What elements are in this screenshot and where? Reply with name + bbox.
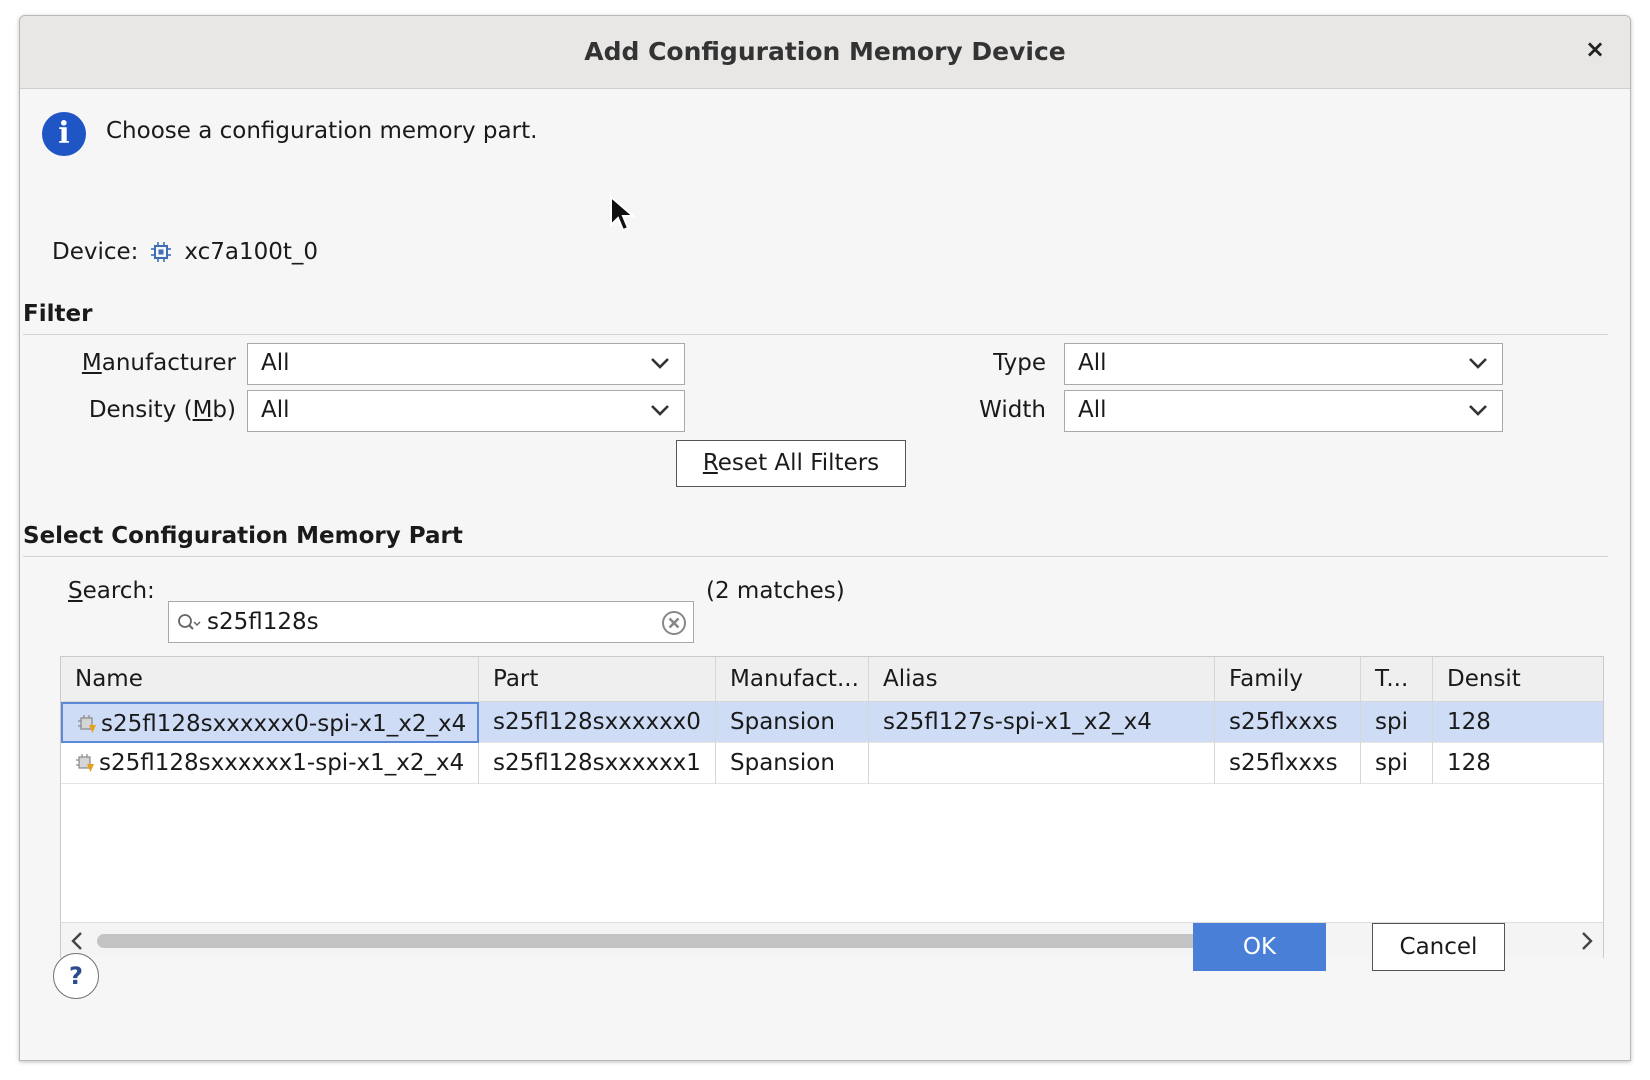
cell-alias <box>869 743 1215 784</box>
chip-icon <box>151 242 172 262</box>
manufacturer-select[interactable]: All <box>247 343 685 385</box>
memory-part-icon <box>76 754 94 772</box>
title-bar: Add Configuration Memory Device × <box>20 16 1630 89</box>
cell-density: 128 <box>1447 709 1491 735</box>
close-button[interactable]: × <box>1578 32 1612 66</box>
cell-family: s25flxxxs <box>1215 702 1361 743</box>
type-value: All <box>1078 350 1107 376</box>
select-section-title: Select Configuration Memory Part <box>23 523 463 549</box>
table-row[interactable]: s25fl128sxxxxxx0-spi-x1_x2_x4 s25fl128sx… <box>61 702 1603 743</box>
column-type[interactable]: T... <box>1361 657 1433 702</box>
match-count: (2 matches) <box>706 578 845 604</box>
width-label: Width <box>979 397 1046 423</box>
column-part[interactable]: Part <box>479 657 716 702</box>
search-icon <box>178 614 201 630</box>
cell-type: spi <box>1361 743 1433 784</box>
type-select[interactable]: All <box>1064 343 1503 385</box>
width-value: All <box>1078 397 1107 423</box>
ok-button[interactable]: OK <box>1193 923 1326 971</box>
memory-parts-table: Name Part Manufact... Alias Family T... … <box>60 656 1604 958</box>
cell-part: s25fl128sxxxxxx0 <box>479 702 716 743</box>
search-input[interactable]: s25fl128s <box>168 601 694 643</box>
table-row[interactable]: s25fl128sxxxxxx1-spi-x1_x2_x4 s25fl128sx… <box>61 743 1603 784</box>
column-family[interactable]: Family <box>1215 657 1361 702</box>
reset-filters-button[interactable]: Reset All Filters <box>676 440 906 487</box>
column-density[interactable]: Densit <box>1433 657 1603 702</box>
info-message: Choose a configuration memory part. <box>106 118 538 144</box>
width-select[interactable]: All <box>1064 390 1503 432</box>
cell-part: s25fl128sxxxxxx1 <box>479 743 716 784</box>
filter-section-title: Filter <box>23 301 93 327</box>
dialog-title: Add Configuration Memory Device <box>584 37 1066 66</box>
cell-name: s25fl128sxxxxxx0-spi-x1_x2_x4 <box>61 702 479 743</box>
cell-alias: s25fl127s-spi-x1_x2_x4 <box>869 702 1215 743</box>
chevron-down-icon <box>1469 405 1487 416</box>
mouse-cursor-icon <box>610 195 635 232</box>
search-value: s25fl128s <box>207 609 319 635</box>
device-value: xc7a100t_0 <box>184 239 319 265</box>
column-name[interactable]: Name <box>61 657 479 702</box>
density-label: Density (Mb) <box>88 397 236 423</box>
device-row: Device: xc7a100t_0 <box>52 239 318 265</box>
scroll-right-icon[interactable] <box>1579 931 1595 951</box>
cell-density: 128 <box>1447 750 1491 776</box>
type-label: Type <box>993 350 1046 376</box>
cell-type: spi <box>1361 702 1433 743</box>
scrollbar-thumb[interactable] <box>97 934 1323 948</box>
column-manufacturer[interactable]: Manufact... <box>716 657 869 702</box>
chevron-down-icon <box>651 405 669 416</box>
table-header: Name Part Manufact... Alias Family T... … <box>61 657 1603 702</box>
manufacturer-label: Manufacturer <box>81 350 236 376</box>
cell-name: s25fl128sxxxxxx1-spi-x1_x2_x4 <box>61 743 479 784</box>
clear-icon[interactable] <box>661 610 687 636</box>
memory-part-icon <box>78 715 96 733</box>
add-config-memory-dialog: Add Configuration Memory Device × i Choo… <box>19 15 1631 1061</box>
search-label: Search: <box>68 578 155 604</box>
density-value: All <box>261 397 290 423</box>
filter-divider <box>23 334 1608 335</box>
cell-manufacturer: Spansion <box>716 743 869 784</box>
select-divider <box>23 556 1608 557</box>
chevron-down-icon <box>1469 358 1487 369</box>
help-button[interactable]: ? <box>53 953 99 999</box>
scroll-left-icon[interactable] <box>69 931 85 951</box>
cell-manufacturer: Spansion <box>716 702 869 743</box>
column-alias[interactable]: Alias <box>869 657 1215 702</box>
density-select[interactable]: All <box>247 390 685 432</box>
device-label: Device: <box>52 239 139 265</box>
info-icon: i <box>42 112 86 156</box>
manufacturer-value: All <box>261 350 290 376</box>
chevron-down-icon <box>651 358 669 369</box>
cell-family: s25flxxxs <box>1215 743 1361 784</box>
cancel-button[interactable]: Cancel <box>1372 923 1505 971</box>
